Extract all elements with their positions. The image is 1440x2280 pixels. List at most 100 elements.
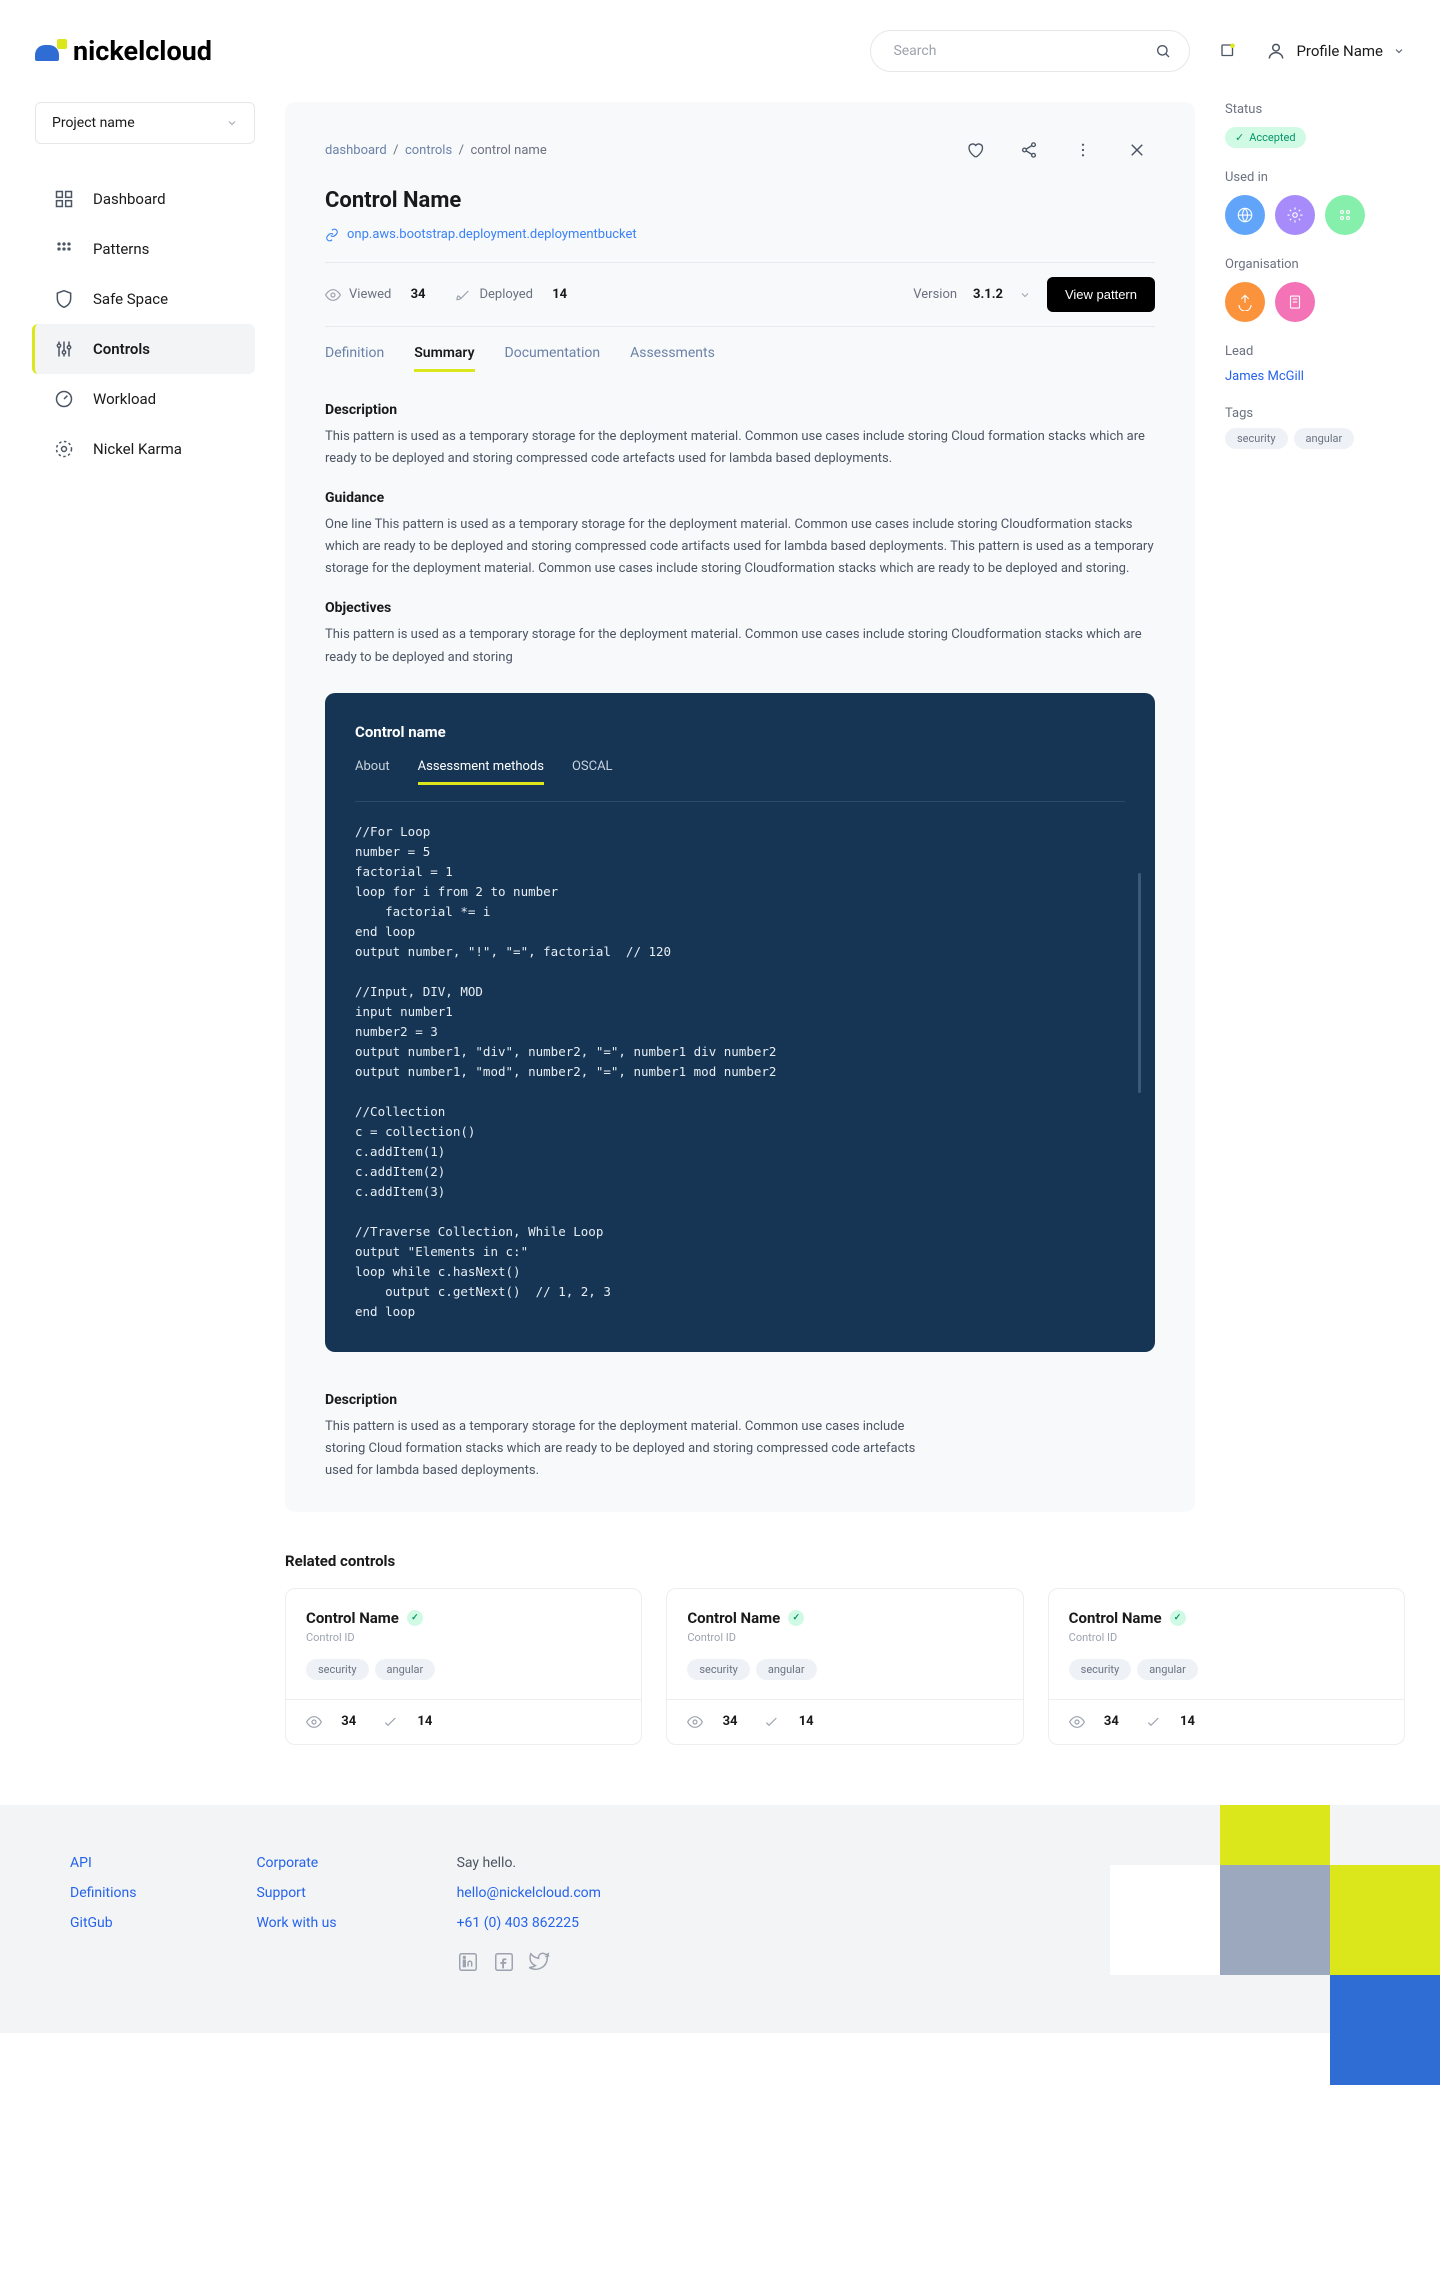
sparkle-icon <box>53 438 75 460</box>
card-deploys: 14 <box>763 1714 813 1730</box>
organisation-item[interactable] <box>1225 282 1265 322</box>
tag[interactable]: angular <box>756 1659 817 1680</box>
card-views: 34 <box>1069 1714 1119 1730</box>
twitter-icon[interactable] <box>529 1951 551 1973</box>
share-icon[interactable] <box>1011 132 1047 168</box>
footer-link[interactable]: API <box>70 1855 136 1871</box>
code-tab-oscal[interactable]: OSCAL <box>572 759 613 785</box>
version-value: 3.1.2 <box>973 287 1003 302</box>
tag[interactable]: angular <box>1137 1659 1198 1680</box>
logo[interactable]: nickelcloud <box>35 35 212 67</box>
sidebar-item-patterns[interactable]: Patterns <box>35 224 255 274</box>
content-tabs: Definition Summary Documentation Assessment… <box>325 345 1155 372</box>
aside-panel: Status ✓ Accepted Used in Organisation L… <box>1225 102 1405 1512</box>
tab-assessments[interactable]: Assessments <box>630 345 715 372</box>
card-views: 34 <box>306 1714 356 1730</box>
search-placeholder: Search <box>893 43 936 59</box>
related-card[interactable]: Control Name ✓Control IDsecurityangular … <box>285 1588 642 1745</box>
related-controls: Related controls Control Name ✓Control I… <box>285 1552 1405 1745</box>
status-badge: ✓ Accepted <box>1225 127 1306 148</box>
lead-link[interactable]: James McGill <box>1225 369 1304 384</box>
notification-icon[interactable] <box>1210 33 1246 69</box>
profile-menu[interactable]: Profile Name <box>1266 41 1405 61</box>
sidebar-item-controls[interactable]: Controls <box>32 324 255 374</box>
tag[interactable]: security <box>1069 1659 1132 1680</box>
used-in-item[interactable] <box>1225 195 1265 235</box>
facebook-icon[interactable] <box>493 1951 515 1973</box>
tag[interactable]: security <box>306 1659 369 1680</box>
footer-say-hello: Say hello. <box>457 1855 601 1871</box>
card-id: Control ID <box>1069 1631 1384 1644</box>
card-views: 34 <box>687 1714 737 1730</box>
project-selector[interactable]: Project name <box>35 102 255 144</box>
used-in-label: Used in <box>1225 170 1405 185</box>
close-icon[interactable] <box>1119 132 1155 168</box>
shield-icon <box>53 288 75 310</box>
footer-phone[interactable]: +61 (0) 403 862225 <box>457 1915 601 1931</box>
card-deploys: 14 <box>1145 1714 1195 1730</box>
grid-icon <box>53 188 75 210</box>
eye-icon <box>325 287 341 303</box>
tab-summary[interactable]: Summary <box>414 345 474 372</box>
code-title: Control name <box>355 723 1125 741</box>
linkedin-icon[interactable] <box>457 1951 479 1973</box>
breadcrumb: dashboard / controls / control name <box>325 143 547 158</box>
description2-heading: Description <box>325 1392 1155 1408</box>
breadcrumb-dashboard[interactable]: dashboard <box>325 143 387 158</box>
card-id: Control ID <box>687 1631 1002 1644</box>
search-input[interactable]: Search <box>870 30 1190 72</box>
footer-link[interactable]: Corporate <box>256 1855 336 1871</box>
view-pattern-button[interactable]: View pattern <box>1047 277 1155 312</box>
sidebar-item-label: Nickel Karma <box>93 440 182 458</box>
used-in-item[interactable] <box>1275 195 1315 235</box>
more-icon[interactable] <box>1065 132 1101 168</box>
project-selector-label: Project name <box>52 115 135 131</box>
profile-label: Profile Name <box>1296 42 1383 60</box>
description-text: This pattern is used as a temporary stor… <box>325 426 1155 470</box>
tag[interactable]: security <box>687 1659 750 1680</box>
sidebar-item-nickel-karma[interactable]: Nickel Karma <box>35 424 255 474</box>
tab-documentation[interactable]: Documentation <box>505 345 601 372</box>
chevron-down-icon[interactable] <box>1019 289 1031 301</box>
scrollbar[interactable] <box>1138 873 1141 1093</box>
guidance-text: One line This pattern is used as a tempo… <box>325 514 1155 580</box>
card-title: Control Name ✓ <box>306 1609 621 1627</box>
sidebar-item-dashboard[interactable]: Dashboard <box>35 174 255 224</box>
user-icon <box>1266 41 1286 61</box>
tag[interactable]: security <box>1225 428 1288 449</box>
related-card[interactable]: Control Name ✓Control IDsecurityangular … <box>666 1588 1023 1745</box>
description2-text: This pattern is used as a temporary stor… <box>325 1416 925 1482</box>
breadcrumb-controls[interactable]: controls <box>405 143 452 158</box>
dots-icon <box>53 238 75 260</box>
link-icon <box>325 228 339 242</box>
resource-link[interactable]: onp.aws.bootstrap.deployment.deploymentb… <box>325 227 1155 242</box>
card-title: Control Name ✓ <box>687 1609 1002 1627</box>
search-icon <box>1155 43 1171 59</box>
sidebar-item-label: Controls <box>93 340 150 358</box>
organisation-item[interactable] <box>1275 282 1315 322</box>
breadcrumb-current: control name <box>470 143 546 158</box>
sidebar-item-safe-space[interactable]: Safe Space <box>35 274 255 324</box>
footer-link[interactable]: Support <box>256 1885 336 1901</box>
organisation-label: Organisation <box>1225 257 1405 272</box>
footer-link[interactable]: GitGub <box>70 1915 136 1931</box>
sidebar: Project name DashboardPatternsSafe Space… <box>35 102 255 1512</box>
sidebar-item-workload[interactable]: Workload <box>35 374 255 424</box>
code-tab-assessment-methods[interactable]: Assessment methods <box>418 759 544 785</box>
footer-link[interactable]: Definitions <box>70 1885 136 1901</box>
rocket-icon <box>455 287 471 303</box>
footer-decoration <box>1100 1805 1440 2033</box>
tag[interactable]: angular <box>375 1659 436 1680</box>
used-in-item[interactable] <box>1325 195 1365 235</box>
chevron-down-icon <box>226 117 238 129</box>
footer-email[interactable]: hello@nickelcloud.com <box>457 1885 601 1901</box>
tab-definition[interactable]: Definition <box>325 345 384 372</box>
favorite-icon[interactable] <box>957 132 993 168</box>
code-tab-about[interactable]: About <box>355 759 390 785</box>
footer-link[interactable]: Work with us <box>256 1915 336 1931</box>
tag[interactable]: angular <box>1294 428 1355 449</box>
code-content: //For Loop number = 5 factorial = 1 loop… <box>355 822 1125 1322</box>
deployed-stat: Deployed 14 <box>455 287 567 303</box>
related-card[interactable]: Control Name ✓Control IDsecurityangular … <box>1048 1588 1405 1745</box>
brand-name: nickelcloud <box>73 35 212 67</box>
